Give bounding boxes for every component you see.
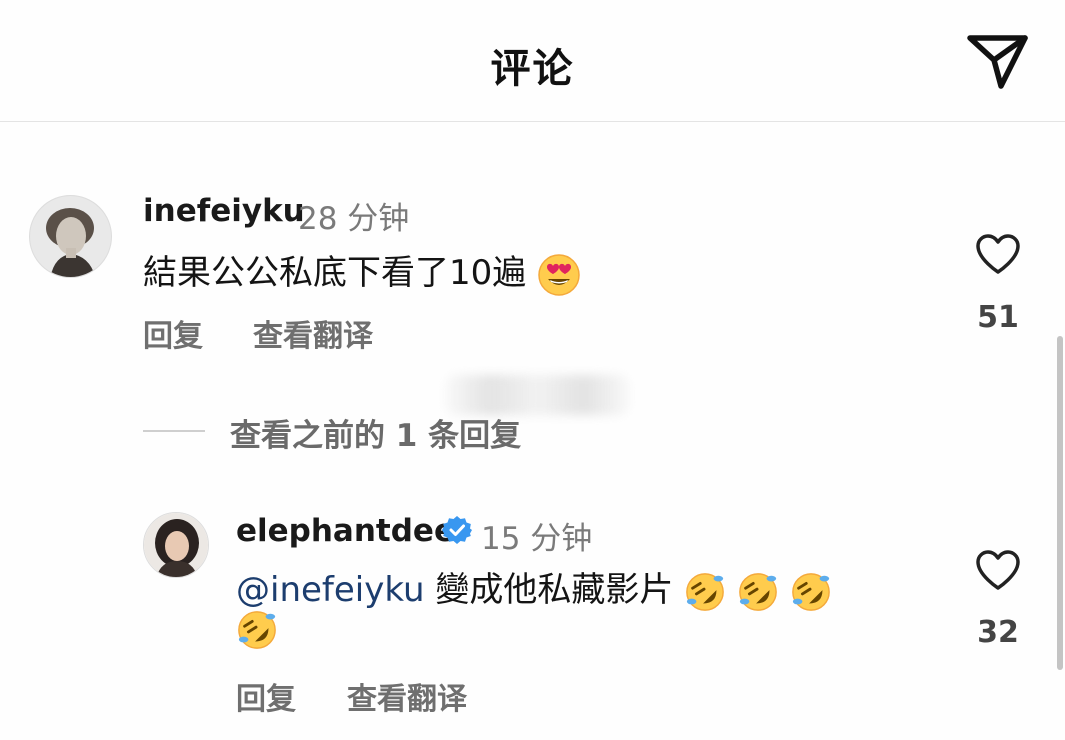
comment-username[interactable]: inefeiyku bbox=[143, 193, 305, 229]
paper-plane-icon[interactable] bbox=[965, 30, 1031, 92]
reply-timestamp: 15 分钟 bbox=[481, 521, 593, 557]
reply-text: @inefeiyku 變成他私藏影片 bbox=[236, 562, 832, 613]
rolling-on-floor-laughing-face-icon bbox=[791, 572, 830, 611]
reply-username[interactable]: elephantdee bbox=[236, 513, 455, 549]
avatar[interactable] bbox=[143, 512, 209, 578]
reply-text-continued bbox=[236, 608, 278, 651]
rolling-on-floor-laughing-face-icon bbox=[686, 572, 725, 611]
heart-icon[interactable] bbox=[975, 549, 1021, 591]
comment-text: 結果公公私底下看了10遍 bbox=[143, 245, 581, 297]
translate-button[interactable]: 查看翻译 bbox=[347, 674, 467, 718]
page-title: 评论 bbox=[490, 46, 575, 92]
replies-divider bbox=[143, 430, 205, 432]
scrollbar[interactable] bbox=[1057, 336, 1063, 670]
reply-body: 變成他私藏影片 bbox=[435, 570, 674, 610]
reply-button[interactable]: 回复 bbox=[236, 674, 296, 718]
comment-body: 結果公公私底下看了10遍 bbox=[143, 253, 527, 293]
avatar-photo-image bbox=[144, 513, 208, 577]
like-count: 32 bbox=[977, 615, 1019, 650]
heart-icon[interactable] bbox=[975, 233, 1021, 275]
like-count: 51 bbox=[977, 300, 1019, 335]
rolling-on-floor-laughing-face-icon bbox=[739, 572, 777, 611]
rolling-on-floor-laughing-face-icon bbox=[238, 610, 276, 649]
blurred-watermark bbox=[445, 375, 630, 415]
header: 评论 bbox=[0, 0, 1065, 122]
avatar-portrait-image bbox=[30, 196, 111, 277]
verified-badge-icon bbox=[442, 516, 472, 544]
reply-button[interactable]: 回复 bbox=[143, 311, 203, 355]
mention-link[interactable]: @inefeiyku bbox=[236, 570, 425, 610]
avatar[interactable] bbox=[29, 195, 112, 278]
comment-timestamp: 28 分钟 bbox=[298, 201, 410, 237]
view-previous-replies-button[interactable]: 查看之前的 1 条回复 bbox=[230, 410, 521, 455]
translate-button[interactable]: 查看翻译 bbox=[253, 311, 373, 355]
heart-eyes-face-icon bbox=[538, 253, 580, 296]
